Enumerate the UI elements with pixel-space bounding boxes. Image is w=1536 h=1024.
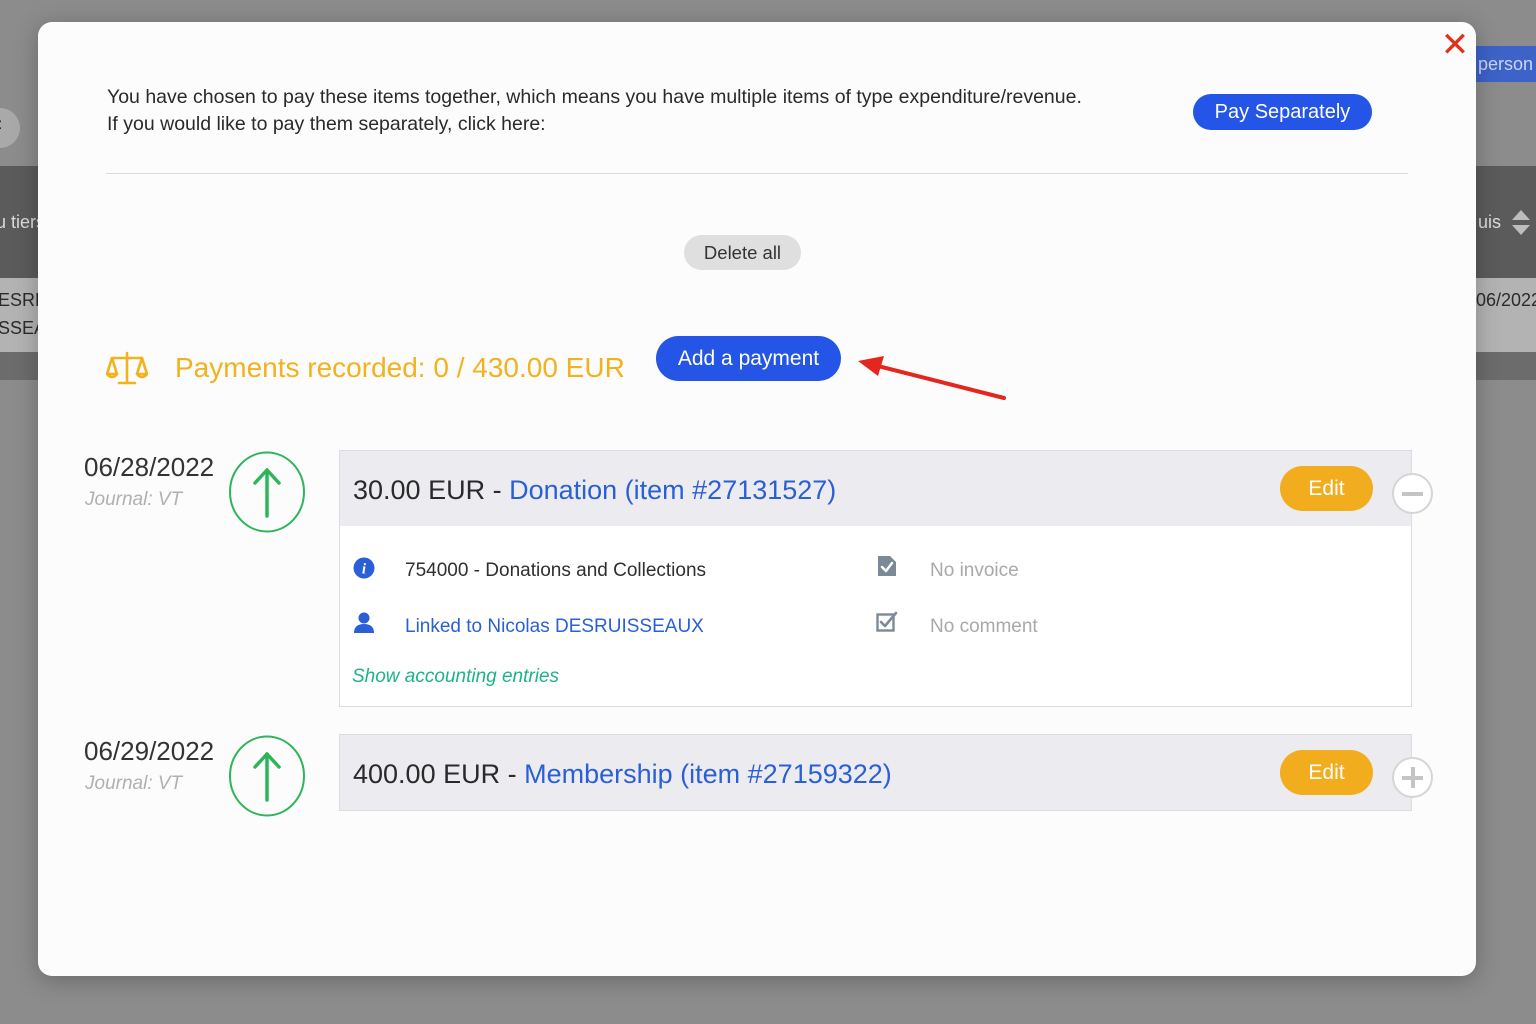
show-accounting-entries-link[interactable]: Show accounting entries [352,666,559,688]
item-journal: Journal: VT [85,773,183,794]
delete-all-button[interactable]: Delete all [684,235,801,270]
expand-icon[interactable] [1392,757,1433,798]
comment-status: No comment [930,616,1038,637]
item-header: 400.00 EUR - Membership (item #27159322)… [339,734,1412,811]
add-payment-button[interactable]: Add a payment [656,336,841,381]
background-header-right: uis [1478,212,1502,232]
close-icon[interactable]: ✕ [1440,28,1470,62]
background-row-right-date: 06/2022 [1476,290,1536,310]
background-pill-text: : [0,116,2,134]
annotation-arrow-icon [858,356,1006,400]
item-amount-value: 400.00 EUR - [353,759,525,789]
divider [106,173,1408,174]
edit-button[interactable]: Edit [1280,466,1373,511]
payment-modal: ✕ You have chosen to pay these items tog… [38,22,1476,976]
item-title-link[interactable]: Donation (item #27131527) [509,475,836,505]
item-journal: Journal: VT [85,489,183,510]
item-amount-value: 30.00 EUR - [353,475,510,505]
edit-note-icon [876,611,898,632]
sort-icon [1512,210,1530,235]
pay-separately-button[interactable]: Pay Separately [1193,94,1372,130]
account-label: 754000 - Donations and Collections [405,560,707,581]
intro-line-1: You have chosen to pay these items toget… [107,86,1082,108]
item-title-link[interactable]: Membership (item #27159322) [524,759,892,789]
invoice-status: No invoice [930,560,1019,581]
invoice-check-icon [878,556,896,576]
arrow-up-icon [229,735,305,817]
item-date: 06/29/2022 [84,736,215,766]
item-details: i 754000 - Donations and Collections Lin… [339,526,1412,707]
payments-recorded-status: Payments recorded: 0 / 430.00 EUR [175,352,625,383]
arrow-up-icon [229,451,305,533]
background-pill [0,108,20,148]
collapse-icon[interactable] [1392,473,1433,514]
item-header: 30.00 EUR - Donation (item #27131527) Ed… [339,450,1412,527]
intro-line-2: If you would like to pay them separately… [107,113,546,135]
intro-text: You have chosen to pay these items toget… [107,84,1167,138]
item-date: 06/28/2022 [84,452,215,482]
background-person-button: person [1470,46,1536,82]
item-amount: 400.00 EUR - Membership (item #27159322) [353,759,892,790]
item-amount: 30.00 EUR - Donation (item #27131527) [353,475,836,506]
info-icon: i [353,557,375,579]
edit-button[interactable]: Edit [1280,750,1373,795]
user-icon [354,612,374,633]
linked-contact-link[interactable]: Linked to Nicolas DESRUISSEAUX [405,616,704,638]
scale-balance-icon [106,351,148,385]
